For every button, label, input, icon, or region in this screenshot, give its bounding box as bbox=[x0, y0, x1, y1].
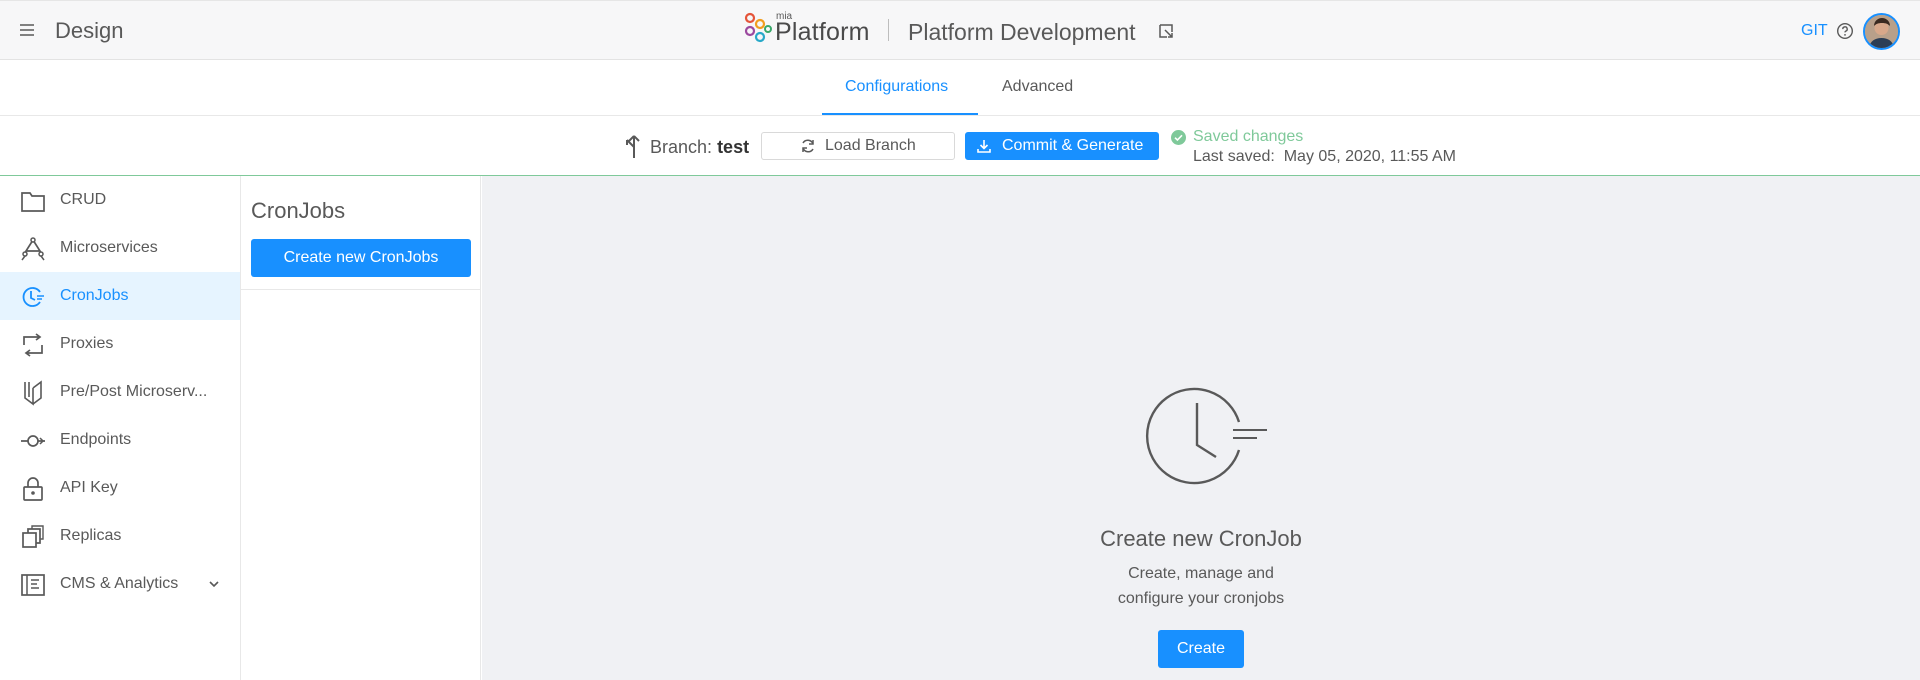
mia-logo-icon bbox=[744, 12, 772, 43]
empty-state-title: Create new CronJob bbox=[1100, 526, 1302, 551]
chevron-down-icon[interactable] bbox=[208, 578, 220, 590]
sidebar-item-label: Replicas bbox=[60, 527, 122, 544]
lock-icon bbox=[23, 477, 43, 501]
cms-icon bbox=[21, 574, 45, 596]
sidebar-item-label: CMS & Analytics bbox=[60, 575, 179, 592]
tab-active-indicator bbox=[822, 113, 978, 115]
git-link[interactable]: GIT bbox=[1801, 22, 1828, 40]
last-saved-value: May 05, 2020, 11:55 AM bbox=[1283, 148, 1456, 165]
cronjob-icon bbox=[22, 287, 44, 307]
main-content: Create new CronJob Create, manage and co… bbox=[482, 176, 1920, 680]
sidebar-item-microservices[interactable]: Microservices bbox=[0, 224, 240, 272]
app-title: Design bbox=[55, 18, 124, 43]
create-new-cronjobs-button[interactable]: Create new CronJobs bbox=[251, 239, 471, 277]
tab-configurations[interactable]: Configurations bbox=[845, 78, 948, 96]
menu-icon[interactable] bbox=[18, 21, 36, 39]
last-saved-label: Last saved: bbox=[1193, 148, 1275, 165]
sidebar-item-endpoints[interactable]: Endpoints bbox=[0, 416, 240, 464]
sidebar-item-label: API Key bbox=[60, 479, 118, 496]
sidebar-item-prepost[interactable]: Pre/Post Microserv... bbox=[0, 368, 240, 416]
sidebar-item-crud[interactable]: CRUD bbox=[0, 176, 240, 224]
sidebar-item-label: Pre/Post Microserv... bbox=[60, 383, 208, 400]
download-icon bbox=[977, 140, 991, 153]
sidebar-item-cronjobs[interactable]: CronJobs bbox=[0, 272, 240, 320]
replicas-icon bbox=[22, 525, 44, 548]
endpoint-icon bbox=[21, 435, 45, 447]
check-circle-icon bbox=[1171, 130, 1186, 145]
last-saved: Last saved: May 05, 2020, 11:55 AM bbox=[1193, 148, 1456, 166]
sidebar-item-label: Endpoints bbox=[60, 431, 132, 448]
cronjobs-list-panel: CronJobs Create new CronJobs bbox=[241, 176, 481, 680]
sidebar-item-cms-analytics[interactable]: CMS & Analytics bbox=[0, 560, 240, 608]
proxy-icon bbox=[23, 333, 43, 357]
load-branch-button[interactable]: Load Branch bbox=[761, 132, 955, 160]
prepost-icon bbox=[24, 380, 42, 406]
branch-bar: Branch: test Load Branch Commit & Genera… bbox=[0, 116, 1920, 176]
folder-icon bbox=[21, 192, 45, 212]
commit-generate-label: Commit & Generate bbox=[1002, 137, 1144, 154]
sidebar-item-proxies[interactable]: Proxies bbox=[0, 320, 240, 368]
project-title: Platform Development bbox=[908, 19, 1136, 45]
brand-logo: mia Platform bbox=[744, 10, 874, 50]
sidebar-item-api-key[interactable]: API Key bbox=[0, 464, 240, 512]
sidebar-item-label: Microservices bbox=[60, 239, 158, 256]
help-icon[interactable] bbox=[1836, 22, 1854, 40]
tabs-bar: Configurations Advanced bbox=[0, 60, 1920, 116]
divider bbox=[241, 289, 481, 290]
commit-generate-button[interactable]: Commit & Generate bbox=[965, 132, 1159, 160]
microservices-icon bbox=[21, 237, 45, 261]
tab-advanced[interactable]: Advanced bbox=[1002, 78, 1073, 96]
branch-icon bbox=[624, 130, 644, 160]
create-button[interactable]: Create bbox=[1158, 630, 1244, 668]
sidebar-item-label: Proxies bbox=[60, 335, 114, 352]
top-header: Design mia Platform Platform Development… bbox=[0, 0, 1920, 60]
load-branch-label: Load Branch bbox=[825, 137, 916, 154]
sidebar-item-label: CronJobs bbox=[60, 287, 129, 304]
saved-status: Saved changes bbox=[1193, 128, 1304, 145]
brand-name: Platform bbox=[775, 18, 870, 46]
avatar[interactable] bbox=[1863, 13, 1900, 50]
empty-state-description: Create, manage and configure your cronjo… bbox=[1117, 565, 1285, 607]
title-separator bbox=[888, 19, 889, 41]
branch-label: Branch: test bbox=[650, 137, 749, 158]
reload-icon bbox=[802, 139, 814, 153]
branch-prefix: Branch: bbox=[650, 137, 713, 157]
sidebar-item-label: CRUD bbox=[60, 191, 107, 208]
sidebar: CRUD Microservices CronJobs Proxies Pre/… bbox=[0, 176, 241, 680]
external-link-icon[interactable] bbox=[1157, 22, 1175, 40]
branch-name: test bbox=[717, 137, 750, 157]
cronjob-illustration-icon bbox=[1146, 387, 1267, 485]
list-panel-title: CronJobs bbox=[251, 198, 346, 223]
sidebar-item-replicas[interactable]: Replicas bbox=[0, 512, 240, 560]
